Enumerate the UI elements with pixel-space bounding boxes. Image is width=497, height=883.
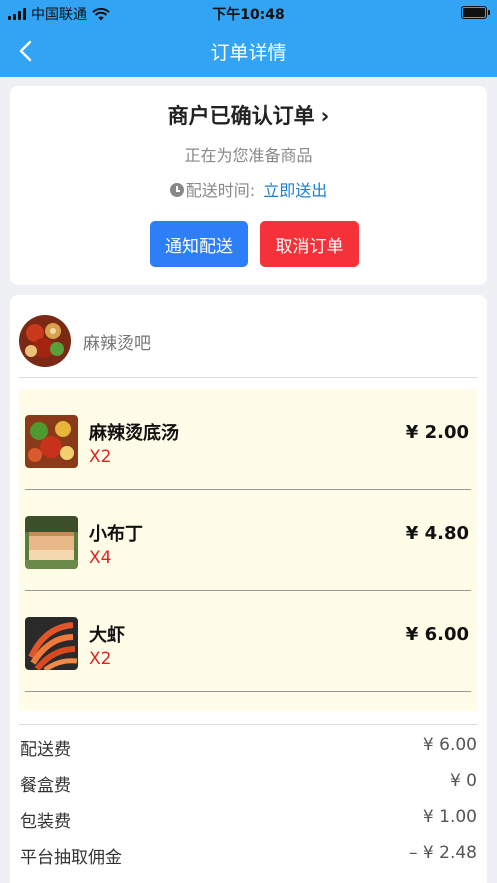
navigation-bar: 订单详情 — [0, 26, 497, 77]
order-status-subtitle: 正在为您准备商品 — [184, 146, 313, 165]
fee-row-packaging: 包装费 ¥ 1.00 — [20, 807, 477, 832]
shop-avatar — [19, 315, 71, 367]
order-status-title[interactable]: 商户已确认订单 › — [10, 100, 487, 130]
divider — [19, 724, 478, 725]
item-name: 大虾 — [89, 625, 125, 646]
item-price: ¥ 6.00 — [405, 624, 469, 645]
fee-label: 平台抽取佣金 — [20, 848, 122, 868]
fee-label: 配送费 — [20, 740, 71, 760]
cancel-order-button[interactable]: 取消订单 — [260, 221, 359, 267]
item-price: ¥ 4.80 — [405, 523, 469, 544]
status-time: 下午10:48 — [212, 7, 285, 23]
item-image-pudding — [25, 516, 78, 569]
divider — [19, 377, 478, 378]
page-title: 订单详情 — [210, 42, 287, 64]
delivery-time-row: 配送时间: 立即送出 — [10, 177, 487, 201]
item-price: ¥ 2.00 — [405, 422, 469, 443]
delivery-time-value: 立即送出 — [263, 181, 328, 200]
fee-amount: – ¥ 2.48 — [409, 843, 477, 863]
order-detail-card: 麻辣烫吧 麻辣烫底汤 X2 ¥ 2.00 小布丁 X4 ¥ 4.80 大虾 X2… — [10, 295, 487, 883]
fee-label: 包装费 — [20, 812, 71, 832]
order-item: 大虾 X2 ¥ 6.00 — [19, 591, 477, 692]
order-item: 小布丁 X4 ¥ 4.80 — [19, 490, 477, 591]
shop-name: 麻辣烫吧 — [83, 333, 151, 354]
chevron-right-icon: › — [320, 104, 330, 128]
status-bar: 中国联通 下午10:48 — [0, 0, 497, 26]
header-bar: 中国联通 下午10:48 订单详情 — [0, 0, 497, 77]
item-quantity: X2 — [89, 447, 112, 467]
order-status-text: 商户已确认订单 — [167, 104, 315, 128]
order-status-card: 商户已确认订单 › 正在为您准备商品 配送时间: 立即送出 通知配送 取消订单 — [10, 86, 487, 285]
item-quantity: X2 — [89, 649, 112, 669]
notify-delivery-button[interactable]: 通知配送 — [150, 221, 248, 267]
item-name: 小布丁 — [89, 524, 143, 545]
item-image-soup-base — [25, 415, 78, 468]
clock-icon — [169, 183, 184, 197]
item-quantity: X4 — [89, 548, 112, 568]
fee-row-commission: 平台抽取佣金 – ¥ 2.48 — [20, 843, 477, 868]
item-name: 麻辣烫底汤 — [89, 423, 179, 444]
item-image-shrimp — [25, 617, 78, 670]
delivery-time-label: 配送时间: — [185, 181, 256, 200]
fee-row-delivery: 配送费 ¥ 6.00 — [20, 735, 477, 760]
fee-row-box: 餐盒费 ¥ 0 — [20, 771, 477, 796]
fee-amount: ¥ 6.00 — [422, 735, 477, 755]
battery-icon — [461, 6, 490, 19]
order-items-list: 麻辣烫底汤 X2 ¥ 2.00 小布丁 X4 ¥ 4.80 大虾 X2 ¥ 6.… — [19, 389, 477, 711]
item-divider — [25, 691, 471, 692]
fee-label: 餐盒费 — [20, 776, 71, 796]
fee-amount: ¥ 1.00 — [422, 807, 477, 827]
shop-header[interactable]: 麻辣烫吧 — [19, 315, 151, 367]
order-item: 麻辣烫底汤 X2 ¥ 2.00 — [19, 389, 477, 490]
fee-amount: ¥ 0 — [449, 771, 477, 791]
